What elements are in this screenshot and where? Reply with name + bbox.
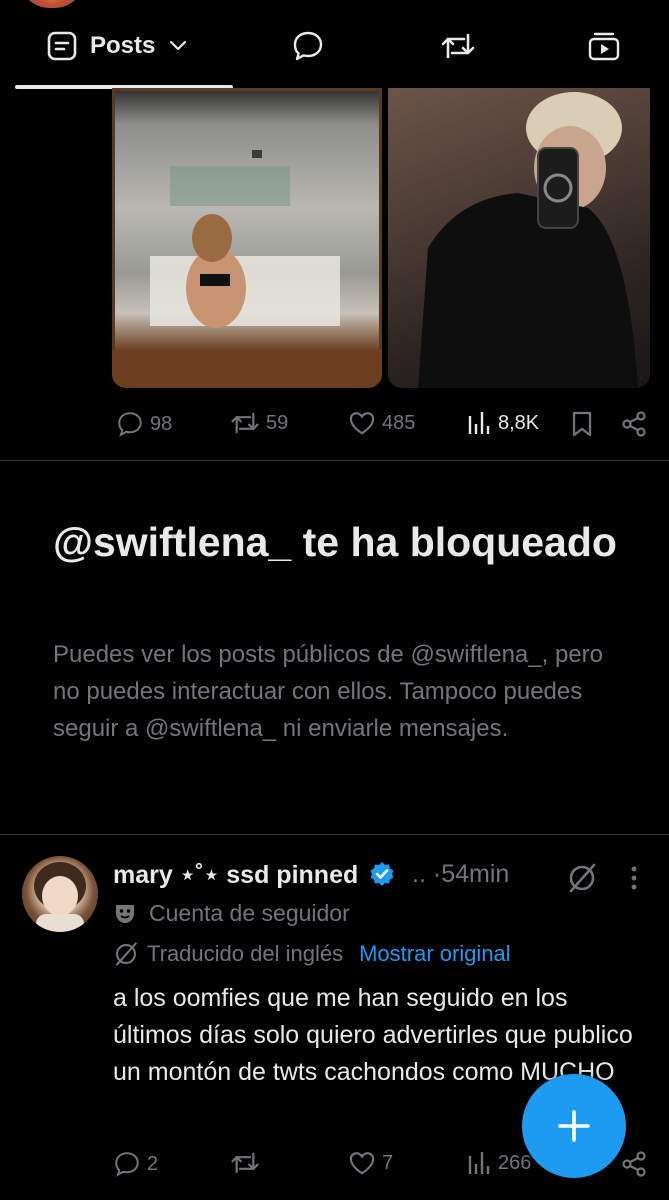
- reply-bubble-icon: [291, 29, 325, 63]
- display-name: mary ⋆˚⋆ ssd pinned: [113, 861, 359, 889]
- avatar-art: [34, 862, 86, 932]
- verified-badge-icon: [369, 861, 395, 887]
- reply-count: 98: [150, 412, 173, 435]
- blocked-title: @swiftlena_ te ha bloqueado: [53, 519, 617, 565]
- tab-replies[interactable]: [284, 22, 332, 70]
- translate-toggle-button[interactable]: [566, 862, 598, 894]
- divider: [0, 834, 669, 835]
- blocked-description: Puedes ver los posts públicos de @swiftl…: [53, 641, 603, 742]
- repost-icon: [230, 1150, 260, 1176]
- tweet-reply-button[interactable]: 2: [113, 1150, 158, 1178]
- repost-count: 59: [266, 411, 289, 434]
- reply-icon: [113, 1150, 141, 1178]
- post-image-2-art: [418, 92, 638, 388]
- more-vertical-icon: [624, 864, 644, 892]
- compose-fab-button[interactable]: [522, 1074, 626, 1178]
- heart-icon: [348, 1150, 376, 1176]
- post-image-2[interactable]: [388, 88, 650, 388]
- tweet-meta: .. ·54min: [412, 860, 509, 889]
- divider: [0, 460, 669, 461]
- share-icon: [620, 1150, 648, 1178]
- tweet-like-button[interactable]: 7: [348, 1150, 393, 1176]
- share-icon: [620, 410, 648, 438]
- heart-icon: [348, 410, 376, 436]
- plus-icon: [556, 1108, 592, 1144]
- tweet-views-button[interactable]: 266: [466, 1150, 531, 1176]
- chevron-down-icon: [169, 40, 187, 52]
- tweet-views-count: 266: [498, 1151, 532, 1174]
- views-button[interactable]: 8,8K: [466, 410, 539, 436]
- views-chart-icon: [466, 1150, 492, 1176]
- repost-button[interactable]: 59: [230, 410, 288, 436]
- tweet-share-button[interactable]: [620, 1150, 648, 1178]
- repost-icon: [230, 410, 260, 436]
- views-count: 8,8K: [498, 411, 540, 434]
- tweet-time[interactable]: 54min: [441, 860, 509, 888]
- bookmark-button[interactable]: [570, 410, 594, 438]
- tweet-like-count: 7: [382, 1151, 394, 1174]
- avatar[interactable]: [22, 856, 98, 932]
- posts-icon: [46, 30, 78, 62]
- views-chart-icon: [466, 410, 492, 436]
- tweet-repost-button[interactable]: [230, 1150, 266, 1176]
- account-label: Cuenta de seguidor: [149, 900, 350, 926]
- account-label-row: Cuenta de seguidor: [113, 900, 350, 927]
- translation-row: Traducido del inglés Mostrar original: [113, 941, 511, 967]
- translated-label: Traducido del inglés: [147, 941, 344, 966]
- tab-reposts[interactable]: [434, 22, 482, 70]
- meta-separator: ·: [432, 860, 442, 888]
- reply-icon: [116, 410, 144, 438]
- share-button[interactable]: [620, 410, 648, 438]
- tweet-author-name[interactable]: mary ⋆˚⋆ ssd pinned: [113, 860, 395, 890]
- bookmark-icon: [570, 410, 594, 438]
- tab-bar: Posts: [0, 0, 669, 92]
- show-original-link[interactable]: Mostrar original: [359, 941, 511, 967]
- repost-icon: [440, 31, 476, 61]
- tab-media[interactable]: [580, 22, 628, 70]
- reply-button[interactable]: 98: [116, 410, 172, 438]
- tab-posts-label: Posts: [90, 32, 156, 59]
- like-button[interactable]: 485: [348, 410, 415, 436]
- post-image-1[interactable]: [112, 88, 382, 388]
- post-image-1-art: [112, 88, 382, 388]
- name-ellipsis: ..: [412, 860, 426, 888]
- media-play-icon: [587, 29, 621, 63]
- tweet-reply-count: 2: [147, 1152, 159, 1175]
- translate-slash-icon: [113, 941, 139, 967]
- theater-mask-icon: [113, 902, 137, 926]
- more-options-button[interactable]: [624, 864, 644, 892]
- tab-posts[interactable]: Posts: [46, 22, 216, 70]
- like-count: 485: [382, 411, 416, 434]
- translate-slash-icon: [566, 862, 598, 894]
